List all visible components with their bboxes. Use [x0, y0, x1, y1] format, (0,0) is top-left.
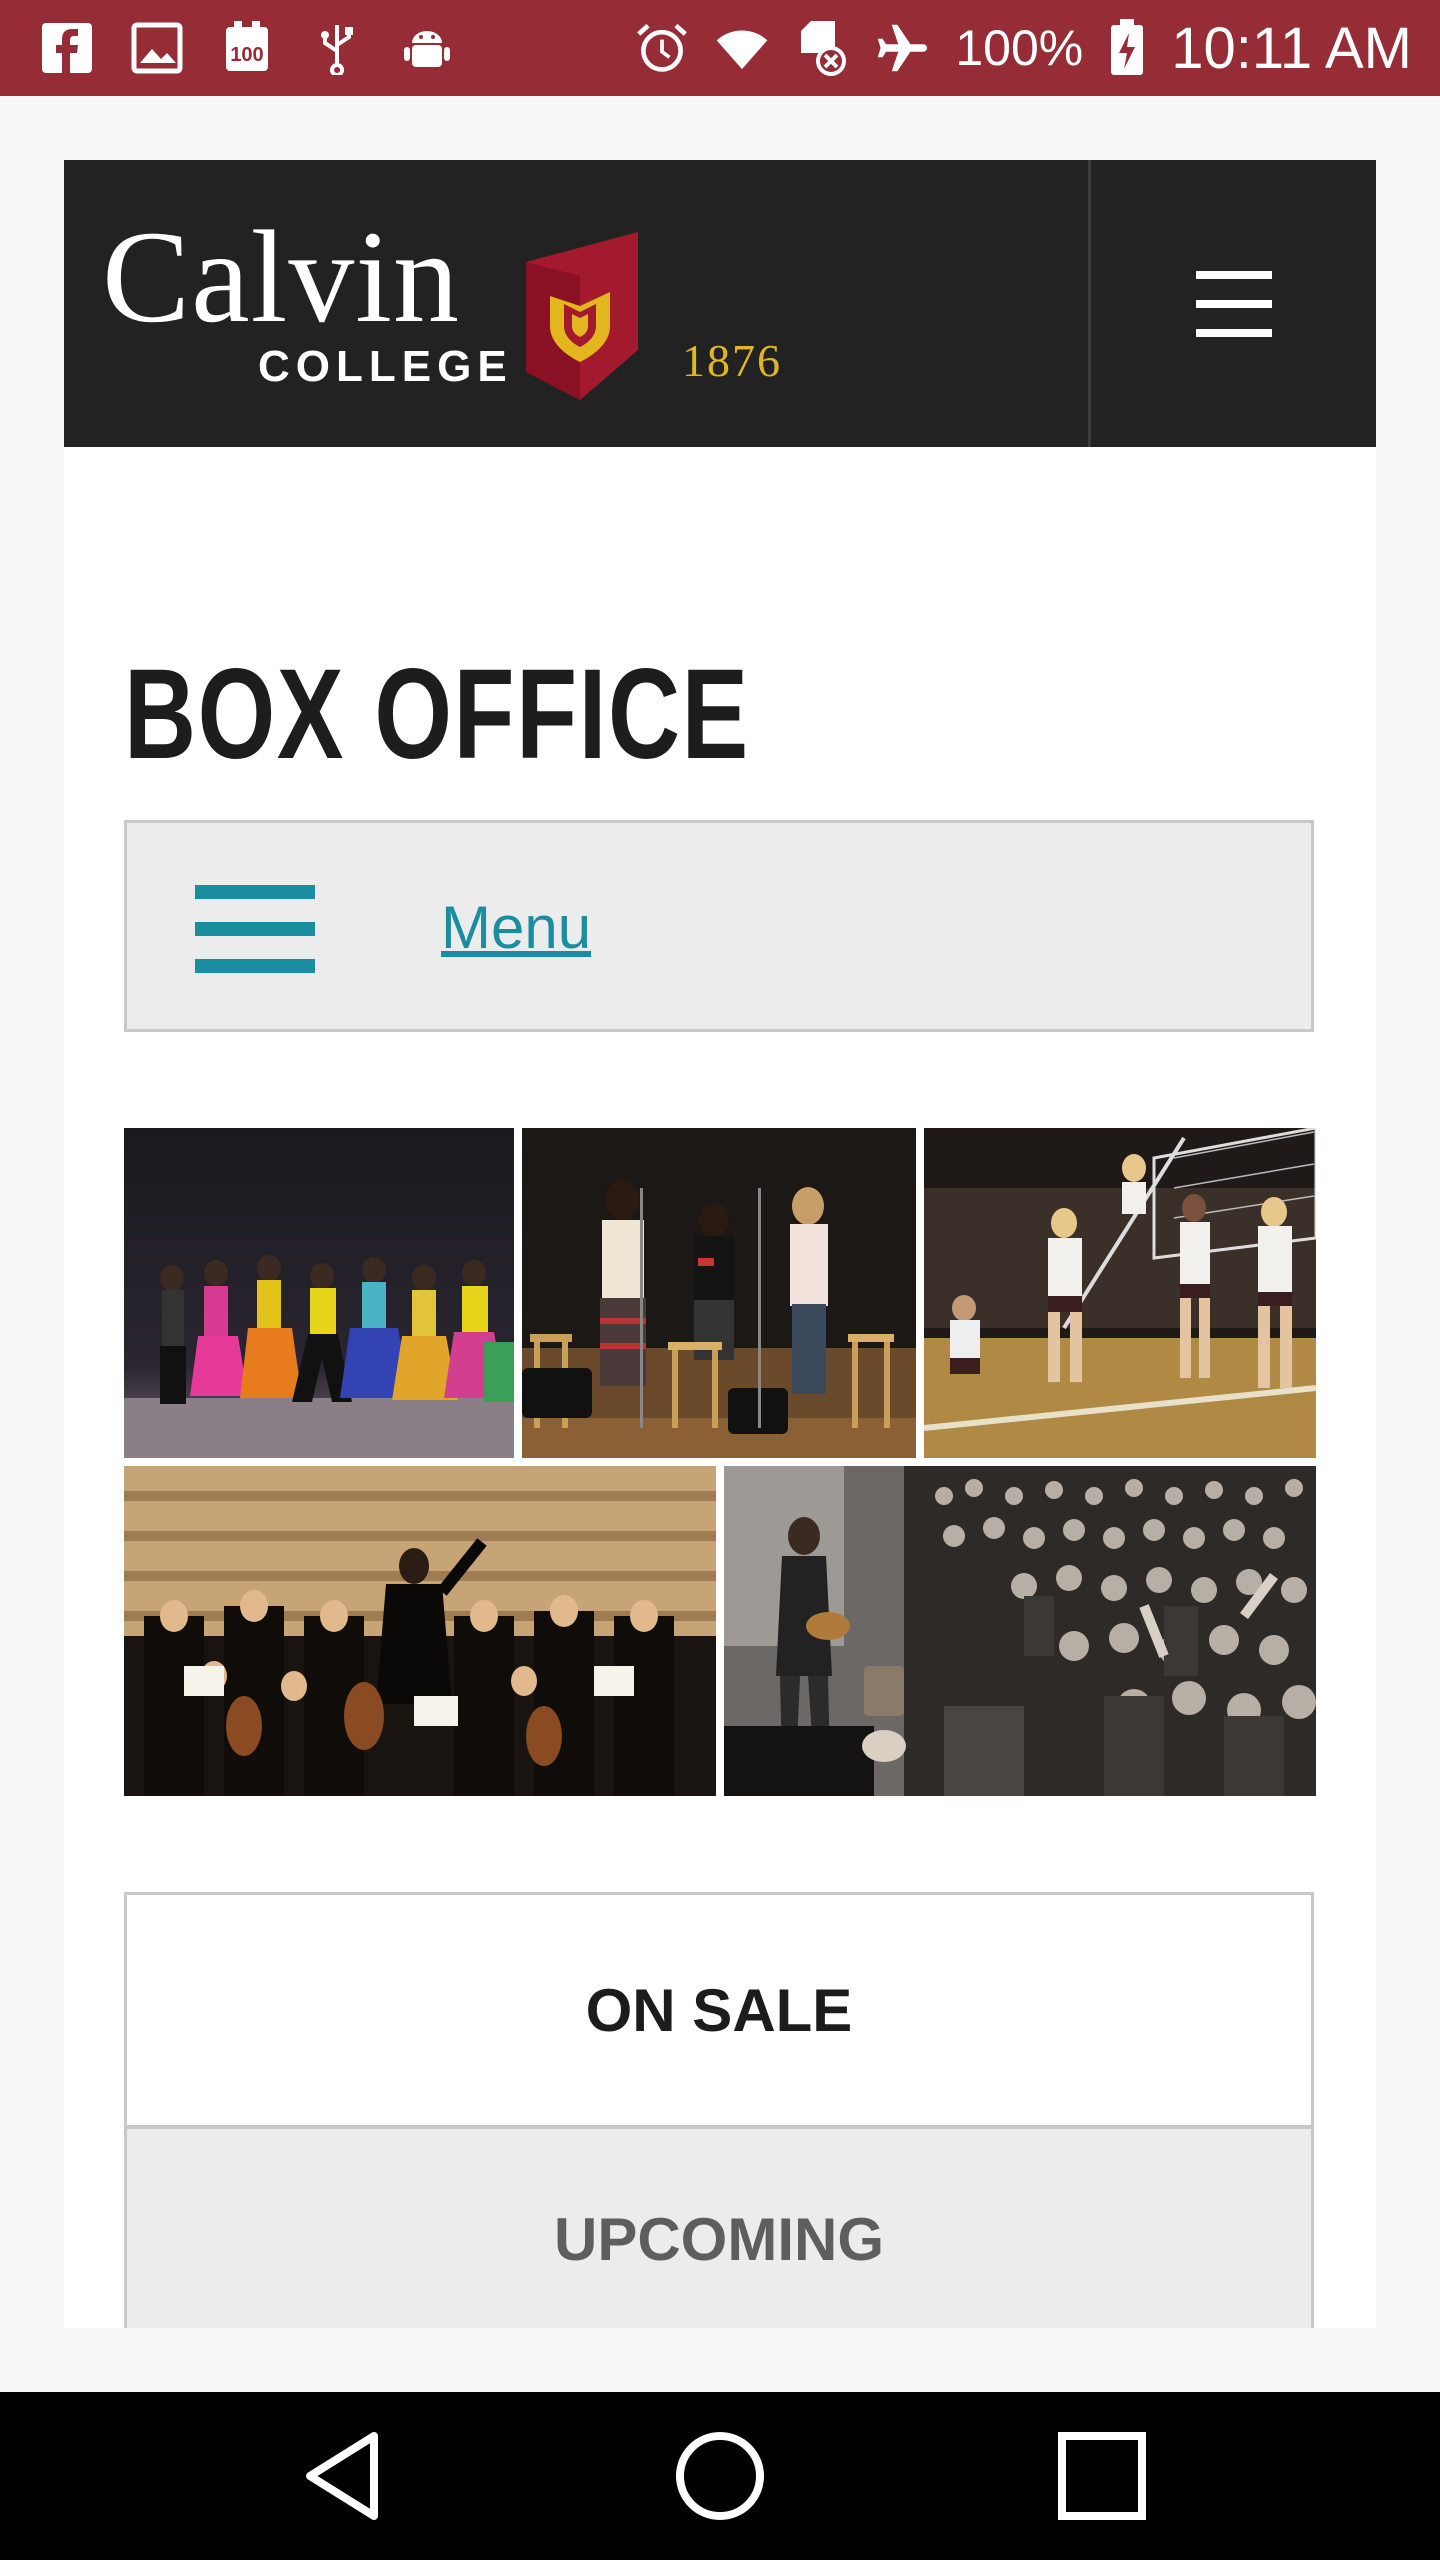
- alarm-icon: [635, 21, 689, 75]
- logo-year: 1876: [682, 335, 782, 386]
- shield-icon: [526, 232, 638, 400]
- orchestra-concert-photo: [124, 1466, 716, 1796]
- back-icon: [306, 2432, 378, 2520]
- 100-badge-icon: 100: [220, 21, 274, 75]
- system-nav-bar: [0, 2392, 1440, 2560]
- hamburger-icon: [1195, 270, 1272, 337]
- home-button[interactable]: [670, 2426, 770, 2526]
- status-bar-system: 100% 10:11 AM: [635, 0, 1412, 96]
- back-button[interactable]: [292, 2426, 392, 2526]
- recents-icon: [1058, 2432, 1146, 2520]
- section-menu-toggle[interactable]: [195, 885, 315, 973]
- wifi-icon: [715, 21, 769, 75]
- svg-text:100: 100: [230, 44, 263, 66]
- header-menu-button[interactable]: [1091, 160, 1376, 447]
- site-header: Calvin COLLEGE 1876: [64, 160, 1376, 447]
- dance-performance-photo: [124, 1128, 514, 1458]
- event-photo-collage: [124, 1128, 1316, 1796]
- tab-on-sale[interactable]: ON SALE: [124, 1892, 1314, 2128]
- page-container: Calvin COLLEGE 1876 BOX OFFICE Menu ON S…: [64, 160, 1376, 2328]
- battery-charging-icon: [1109, 19, 1145, 75]
- status-bar: 100 100% 10:11 AM: [0, 0, 1440, 96]
- section-menu: Menu: [124, 820, 1314, 1032]
- page-title: BOX OFFICE: [124, 643, 750, 786]
- hamburger-icon: [195, 885, 315, 973]
- airplane-mode-icon: [875, 21, 929, 75]
- status-bar-notifications: 100: [40, 0, 454, 96]
- battery-percent: 100%: [955, 20, 1084, 76]
- section-menu-link[interactable]: Menu: [441, 883, 591, 973]
- logo-subtitle: COLLEGE: [258, 342, 513, 391]
- logo-name: Calvin: [102, 203, 460, 350]
- volleyball-match-photo: [924, 1128, 1316, 1458]
- usb-icon: [310, 21, 364, 75]
- clock-time: 10:11 AM: [1171, 15, 1412, 81]
- calvin-college-logo[interactable]: Calvin COLLEGE 1876: [102, 202, 862, 412]
- facebook-icon: [40, 21, 94, 75]
- android-debug-icon: [400, 21, 454, 75]
- tab-upcoming[interactable]: UPCOMING: [124, 2126, 1314, 2328]
- rock-concert-photo: [724, 1466, 1316, 1796]
- sd-card-off-icon: [795, 21, 849, 76]
- vocal-performance-photo: [522, 1128, 916, 1458]
- home-icon: [676, 2432, 764, 2520]
- recents-button[interactable]: [1052, 2426, 1152, 2526]
- gallery-icon: [130, 21, 184, 75]
